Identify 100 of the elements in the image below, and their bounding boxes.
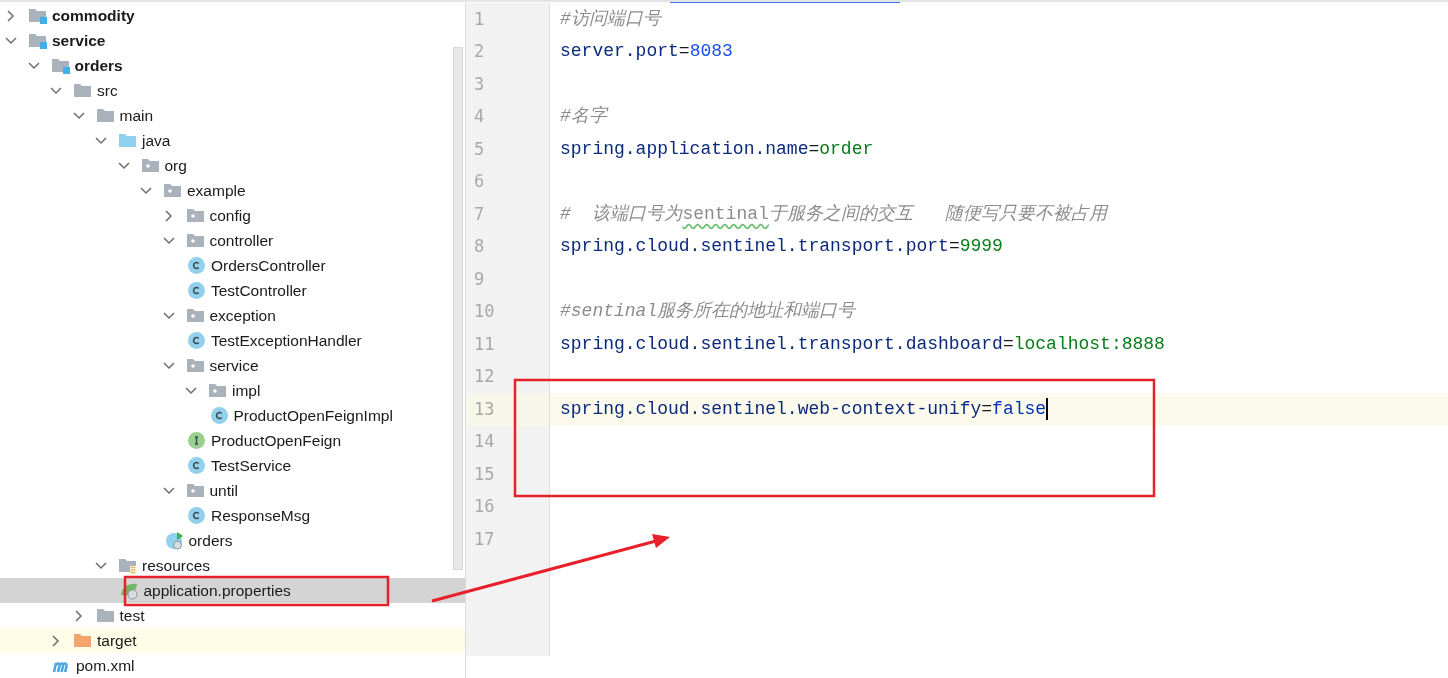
- tree-item[interactable]: application.properties: [0, 578, 465, 603]
- interface-icon: [187, 431, 206, 450]
- item-label: service: [209, 355, 259, 376]
- item-label: example: [187, 180, 246, 201]
- tree-item[interactable]: target: [0, 628, 465, 653]
- tree-item[interactable]: main: [0, 103, 465, 128]
- property-key: server.port: [560, 38, 679, 66]
- scrollbar-thumb[interactable]: [453, 47, 463, 570]
- class-icon: [187, 331, 206, 350]
- tree-item[interactable]: impl: [0, 378, 465, 403]
- package-folder-icon: [208, 381, 227, 400]
- item-label: main: [119, 105, 154, 126]
- package-folder-icon: [185, 231, 205, 250]
- class-icon: [187, 506, 206, 525]
- package-folder-icon: [185, 356, 205, 375]
- folder-icon: [73, 81, 92, 100]
- package-folder-icon: [140, 156, 160, 175]
- module-folder-icon: [28, 6, 47, 25]
- tree-item[interactable]: ResponseMsg: [0, 503, 465, 528]
- line-number: 1: [466, 3, 550, 36]
- tree-item[interactable]: until: [0, 478, 465, 503]
- code-comment: #名字: [560, 105, 607, 129]
- tree-item[interactable]: service: [0, 353, 465, 378]
- folder-icon: [73, 631, 92, 650]
- equals-sign: =: [981, 397, 993, 421]
- folder-icon: [95, 606, 115, 625]
- item-label: org: [164, 155, 187, 176]
- tree-item[interactable]: config: [0, 203, 465, 228]
- line-number: 4: [466, 100, 550, 133]
- line-number: 6: [466, 165, 550, 198]
- line-number: 13: [466, 393, 550, 426]
- item-label: controller: [209, 230, 274, 251]
- property-value: order: [819, 137, 874, 161]
- item-label: commodity: [52, 5, 135, 26]
- tree-item[interactable]: TestService: [0, 453, 465, 478]
- tree-item[interactable]: exception: [0, 303, 465, 328]
- class-icon: [187, 281, 206, 300]
- line-number: 14: [466, 425, 550, 458]
- tree-item[interactable]: controller: [0, 228, 465, 253]
- equals-sign: =: [808, 137, 820, 161]
- property-key: spring.cloud.sentinel.transport.port: [560, 233, 949, 261]
- misspelled-word: sentinal: [682, 202, 769, 226]
- tree-item[interactable]: OrdersController: [0, 253, 465, 278]
- code-comment: #sentinal服务所在的地址和端口号: [560, 300, 856, 324]
- property-value: 8083: [689, 40, 733, 64]
- item-label: src: [97, 80, 118, 101]
- tree-item[interactable]: service: [0, 28, 465, 53]
- item-label: target: [97, 630, 137, 651]
- line-number: 7: [466, 198, 550, 231]
- module-folder-icon: [50, 56, 70, 75]
- tree-item[interactable]: test: [0, 603, 465, 628]
- property-key: spring.cloud.sentinel.web-context-unify: [560, 395, 982, 423]
- tree-item[interactable]: commodity: [0, 3, 465, 28]
- item-label: ProductOpenFeignImpl: [233, 405, 393, 426]
- code-comment: 于服务之间的交互 随便写只要不被占用: [768, 202, 1108, 226]
- item-label: test: [119, 605, 145, 626]
- tree-item[interactable]: TestExceptionHandler: [0, 328, 465, 353]
- line-number: 15: [466, 458, 550, 491]
- tree-item[interactable]: resources: [0, 553, 465, 578]
- item-label: resources: [142, 555, 211, 576]
- tree-item[interactable]: orders: [0, 53, 465, 78]
- item-label: OrdersController: [211, 255, 326, 276]
- tree-item[interactable]: org: [0, 153, 465, 178]
- folder-icon: [95, 106, 115, 125]
- line-number: 10: [466, 295, 550, 328]
- tree-item[interactable]: orders: [0, 528, 465, 553]
- tree-item[interactable]: TestController: [0, 278, 465, 303]
- line-number: 9: [466, 263, 550, 296]
- property-value: 9999: [959, 235, 1003, 259]
- tree-item[interactable]: src: [0, 78, 465, 103]
- property-key: spring.cloud.sentinel.transport.dashboard: [560, 330, 1003, 358]
- line-number: 8: [466, 230, 550, 263]
- module-folder-icon: [28, 31, 47, 50]
- text-cursor: [1046, 398, 1049, 421]
- tree-item[interactable]: ProductOpenFeign: [0, 428, 465, 453]
- app-class-icon: [164, 531, 184, 550]
- line-number: 3: [466, 68, 550, 101]
- code-comment: #访问端口号: [560, 7, 661, 31]
- item-label: TestExceptionHandler: [211, 330, 362, 351]
- item-label: until: [209, 480, 238, 501]
- item-label: application.properties: [143, 580, 291, 601]
- item-label: TestService: [211, 455, 292, 476]
- line-number: 17: [466, 523, 550, 556]
- line-number: 16: [466, 490, 550, 523]
- tree-item[interactable]: java: [0, 128, 465, 153]
- package-folder-icon: [185, 306, 205, 325]
- code-comment: # 该端口号为: [560, 202, 683, 226]
- equals-sign: =: [948, 235, 960, 259]
- tree-item[interactable]: pom.xml: [0, 653, 465, 678]
- equals-sign: =: [678, 40, 690, 64]
- tree-item[interactable]: example: [0, 178, 465, 203]
- line-number: 11: [466, 328, 550, 361]
- item-label: ProductOpenFeign: [211, 430, 342, 451]
- item-label: java: [142, 130, 171, 151]
- line-number: 12: [466, 360, 550, 393]
- class-icon: [187, 456, 206, 475]
- class-icon: [209, 406, 229, 425]
- resources-folder-icon: [118, 556, 137, 575]
- tree-item[interactable]: ProductOpenFeignImpl: [0, 403, 465, 428]
- property-value: false: [992, 397, 1047, 421]
